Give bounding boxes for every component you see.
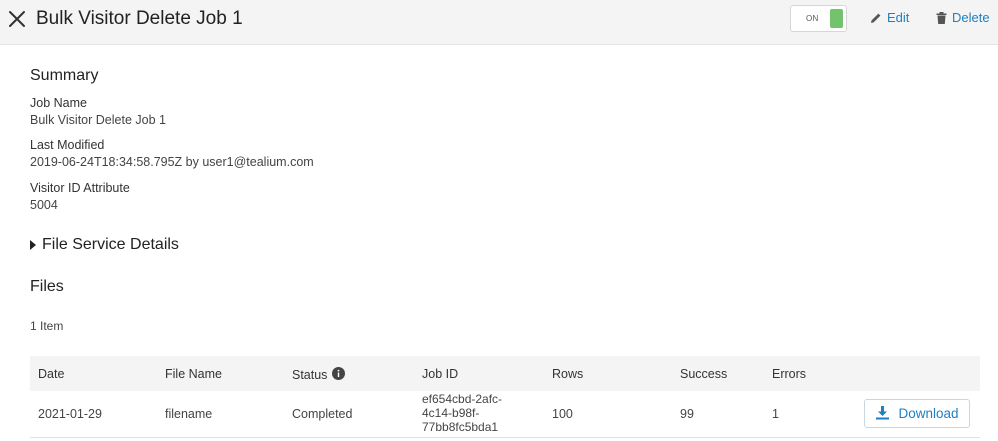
- file-service-details-toggle[interactable]: File Service Details: [30, 236, 179, 254]
- cell-job-id: ef654cbd-2afc- 4c14-b98f- 77bb8fc5bda1: [422, 392, 502, 434]
- delete-button[interactable]: Delete: [936, 10, 990, 25]
- page-header: Bulk Visitor Delete Job 1 ON Edit Delete: [0, 0, 998, 45]
- download-icon: [875, 405, 890, 423]
- info-icon[interactable]: [332, 367, 346, 383]
- pencil-icon: [870, 12, 882, 24]
- toggle-label: ON: [806, 14, 819, 23]
- visitor-id-label: Visitor ID Attribute: [30, 181, 130, 195]
- table-row: 2021-01-29 filename Completed ef654cbd-2…: [30, 391, 980, 438]
- job-name-label: Job Name: [30, 96, 87, 110]
- job-name-value: Bulk Visitor Delete Job 1: [30, 113, 166, 127]
- last-modified-value: 2019-06-24T18:34:58.795Z by user1@tealiu…: [30, 155, 314, 169]
- cell-errors: 1: [772, 407, 779, 421]
- column-header-date: Date: [38, 367, 65, 381]
- item-count: 1 Item: [30, 319, 64, 333]
- toggle-knob: [830, 9, 843, 28]
- summary-heading: Summary: [30, 67, 99, 84]
- column-header-success: Success: [680, 367, 728, 381]
- edit-button[interactable]: Edit: [870, 10, 909, 25]
- files-heading: Files: [30, 278, 64, 295]
- column-header-status: Status: [292, 367, 346, 383]
- close-icon[interactable]: [7, 9, 27, 29]
- column-header-file-name: File Name: [165, 367, 222, 381]
- cell-date: 2021-01-29: [38, 407, 102, 421]
- enable-toggle[interactable]: ON: [790, 5, 847, 32]
- files-table-header: Date File Name Status Job ID Rows Succes…: [30, 356, 980, 391]
- cell-status: Completed: [292, 407, 353, 421]
- cell-file-name: filename: [165, 407, 213, 421]
- cell-rows: 100: [552, 407, 573, 421]
- download-label: Download: [898, 406, 959, 421]
- last-modified-label: Last Modified: [30, 138, 105, 152]
- visitor-id-value: 5004: [30, 198, 58, 212]
- cell-success: 99: [680, 407, 694, 421]
- column-header-status-label: Status: [292, 368, 328, 382]
- job-id-line: 77bb8fc5bda1: [422, 420, 499, 434]
- column-header-rows: Rows: [552, 367, 584, 381]
- column-header-errors: Errors: [772, 367, 807, 381]
- delete-label: Delete: [952, 10, 990, 25]
- job-id-line: 4c14-b98f-: [422, 406, 480, 420]
- job-id-line: ef654cbd-2afc-: [422, 392, 503, 406]
- page-title: Bulk Visitor Delete Job 1: [36, 8, 243, 29]
- file-service-details-label: File Service Details: [42, 236, 179, 253]
- edit-label: Edit: [887, 10, 910, 25]
- trash-icon: [936, 11, 947, 24]
- caret-right-icon: [30, 240, 36, 250]
- download-button[interactable]: Download: [864, 399, 970, 428]
- column-header-job-id: Job ID: [422, 367, 459, 381]
